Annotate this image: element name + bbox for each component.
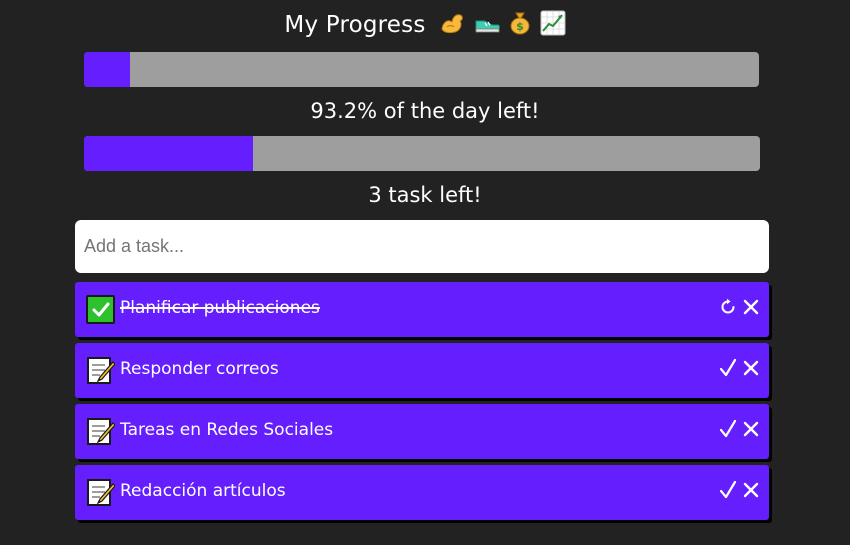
- close-icon: [743, 421, 759, 441]
- task-list: Planificar publicaciones Responder correo…: [75, 282, 769, 526]
- delete-task-button[interactable]: [741, 298, 761, 320]
- page-title-text: My Progress: [284, 12, 426, 38]
- task-item: Tareas en Redes Sociales: [75, 404, 769, 459]
- task-actions: [718, 358, 761, 382]
- check-icon: [719, 419, 737, 443]
- task-label: Responder correos: [120, 359, 279, 379]
- running-shoe-icon: [475, 20, 500, 33]
- delete-task-button[interactable]: [741, 359, 761, 381]
- task-label: Planificar publicaciones: [120, 298, 320, 318]
- memo-icon: [86, 417, 115, 446]
- memo-icon: [86, 356, 115, 385]
- chart-increasing-icon: [540, 10, 566, 36]
- check-icon: [719, 480, 737, 504]
- memo-icon: [86, 478, 115, 507]
- delete-task-button[interactable]: [741, 420, 761, 442]
- day-left-caption: 93.2% of the day left!: [310, 99, 540, 123]
- task-item: Redacción artículos: [75, 465, 769, 520]
- close-icon: [743, 360, 759, 380]
- add-task-input[interactable]: [75, 220, 769, 273]
- task-item: Responder correos: [75, 343, 769, 398]
- task-progress-bar: [84, 136, 760, 171]
- task-actions: [718, 298, 761, 320]
- money-bag-icon: $: [510, 12, 530, 35]
- complete-task-button[interactable]: [718, 419, 738, 443]
- check-icon: [719, 358, 737, 382]
- task-actions: [718, 419, 761, 443]
- close-icon: [743, 482, 759, 502]
- day-progress-bar: [84, 52, 759, 87]
- task-actions: [718, 480, 761, 504]
- complete-task-button[interactable]: [718, 358, 738, 382]
- complete-task-button[interactable]: [718, 480, 738, 504]
- task-label: Redacción artículos: [120, 481, 286, 501]
- close-icon: [743, 299, 759, 319]
- flexed-biceps-icon: [441, 14, 463, 34]
- undo-icon: [719, 298, 737, 320]
- page-title: My Progress $: [0, 8, 850, 42]
- task-progress-fill: [84, 136, 253, 171]
- title-emojis: $: [433, 10, 566, 38]
- undo-task-button[interactable]: [718, 298, 738, 320]
- svg-text:$: $: [516, 20, 524, 33]
- task-item: Planificar publicaciones: [75, 282, 769, 337]
- task-label: Tareas en Redes Sociales: [120, 420, 334, 440]
- tasks-left-caption: 3 task left!: [368, 183, 482, 207]
- app-root: My Progress $ 93.2% of the day left! 3 t…: [0, 0, 850, 545]
- delete-task-button[interactable]: [741, 481, 761, 503]
- check-box-icon: [86, 295, 115, 324]
- day-progress-fill: [84, 52, 130, 87]
